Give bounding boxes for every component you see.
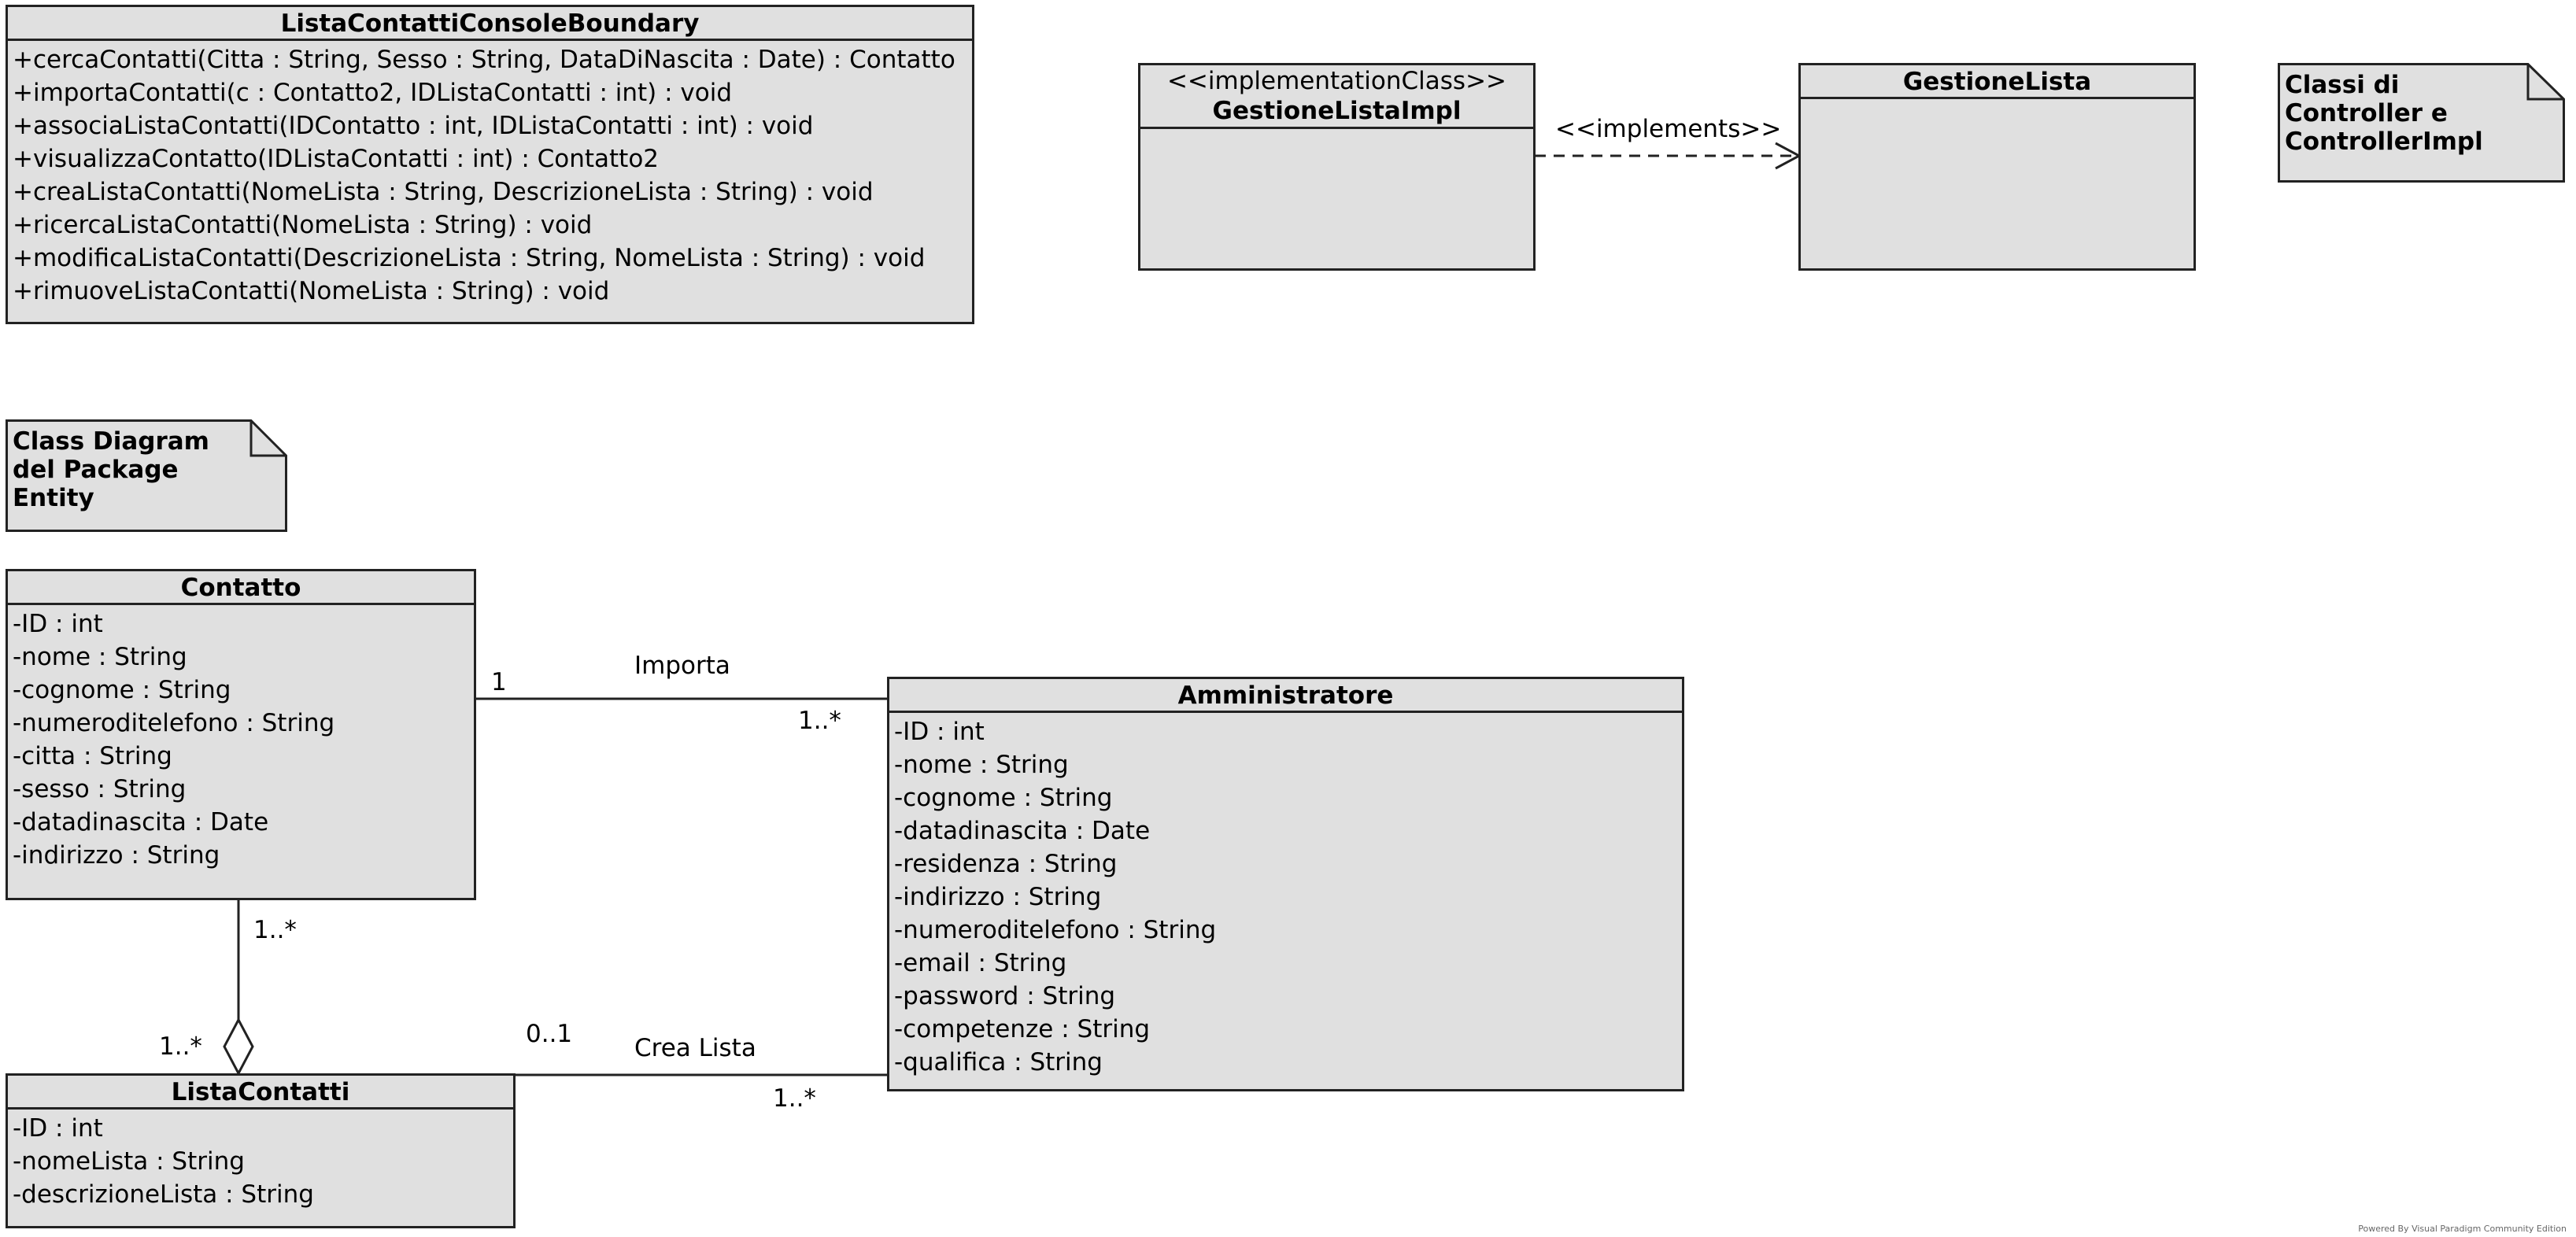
class-name: ListaContatti [8, 1076, 513, 1110]
crea-lista-label: Crea Lista [634, 1034, 756, 1062]
attribute-list: -ID : int -nomeLista : String -descrizio… [8, 1110, 513, 1211]
attribute: -ID : int [13, 1114, 103, 1143]
note-text: Classi di Controller e ControllerImpl [2285, 71, 2483, 156]
method: +visualizzaContatto(IDListaContatti : in… [13, 145, 660, 173]
attribute: -email : String [894, 949, 1067, 977]
method-list: +cercaContatti(Citta : String, Sesso : S… [8, 41, 972, 308]
method: +cercaContatti(Citta : String, Sesso : S… [13, 46, 955, 74]
class-amministratore[interactable]: Amministratore -ID : int -nome : String … [887, 677, 1684, 1091]
aggregation-mult-contatto: 1..* [253, 916, 297, 944]
class-name: GestioneListaImpl [1212, 97, 1462, 125]
importa-mult-contatto: 1 [491, 668, 507, 696]
attribute: -indirizzo : String [13, 841, 220, 870]
class-name: Contatto [8, 571, 474, 605]
method: +modificaListaContatti(DescrizioneLista … [13, 244, 926, 272]
attribute: -datadinascita : Date [13, 808, 269, 836]
attribute: -numeroditelefono : String [13, 709, 335, 737]
attribute: -qualifica : String [894, 1048, 1103, 1076]
class-header: <<implementationClass>> GestioneListaImp… [1140, 65, 1533, 129]
method: +creaListaContatti(NomeLista : String, D… [13, 178, 874, 206]
attribute: -residenza : String [894, 850, 1118, 878]
method: +ricercaListaContatti(NomeLista : String… [13, 211, 593, 239]
attribute: -ID : int [894, 718, 985, 746]
importa-label: Importa [634, 652, 730, 680]
note-entity[interactable]: Class Diagram del Package Entity [6, 419, 287, 532]
attribute-list: -ID : int -nome : String -cognome : Stri… [889, 713, 1682, 1079]
class-lista-contatti[interactable]: ListaContatti -ID : int -nomeLista : Str… [6, 1073, 516, 1228]
attribute: -nomeLista : String [13, 1147, 245, 1176]
method: +associaListaContatti(IDContatto : int, … [13, 112, 814, 140]
note-controller[interactable]: Classi di Controller e ControllerImpl [2278, 63, 2565, 183]
attribute: -datadinascita : Date [894, 817, 1151, 845]
attribute: -competenze : String [894, 1015, 1151, 1043]
importa-mult-admin: 1..* [798, 707, 841, 735]
attribute: -numeroditelefono : String [894, 916, 1217, 944]
class-gestione-lista[interactable]: GestioneLista [1798, 63, 2196, 271]
implements-label: <<implements>> [1555, 115, 1782, 143]
attribute: -cognome : String [894, 784, 1113, 812]
class-name: Amministratore [889, 679, 1682, 713]
aggregation-diamond [223, 1017, 254, 1076]
attribute: -nome : String [13, 643, 187, 671]
aggregation-mult-lista: 1..* [159, 1032, 202, 1061]
powered-by-footer: Powered By Visual Paradigm Community Edi… [2358, 1224, 2567, 1234]
attribute: -sesso : String [13, 775, 187, 803]
attribute: -descrizioneLista : String [13, 1180, 314, 1209]
crea-lista-mult-lista: 0..1 [526, 1020, 573, 1048]
note-text: Class Diagram del Package Entity [13, 427, 209, 512]
attribute: -citta : String [13, 742, 172, 770]
attribute: -cognome : String [13, 676, 231, 704]
attribute: -indirizzo : String [894, 883, 1102, 911]
attribute: -ID : int [13, 610, 103, 638]
attribute: -nome : String [894, 751, 1069, 779]
method: +rimuoveListaContatti(NomeLista : String… [13, 277, 610, 305]
class-lista-contatti-console-boundary[interactable]: ListaContattiConsoleBoundary +cercaConta… [6, 5, 974, 324]
method: +importaContatti(c : Contatto2, IDListaC… [13, 79, 733, 107]
class-contatto[interactable]: Contatto -ID : int -nome : String -cogno… [6, 569, 476, 900]
class-name: GestioneLista [1801, 65, 2193, 99]
crea-lista-mult-admin: 1..* [773, 1084, 816, 1113]
stereotype-label: <<implementationClass>> [1166, 67, 1507, 95]
class-name: ListaContattiConsoleBoundary [8, 7, 972, 41]
attribute: -password : String [894, 982, 1116, 1010]
class-gestione-lista-impl[interactable]: <<implementationClass>> GestioneListaImp… [1138, 63, 1536, 271]
attribute-list: -ID : int -nome : String -cognome : Stri… [8, 605, 474, 872]
